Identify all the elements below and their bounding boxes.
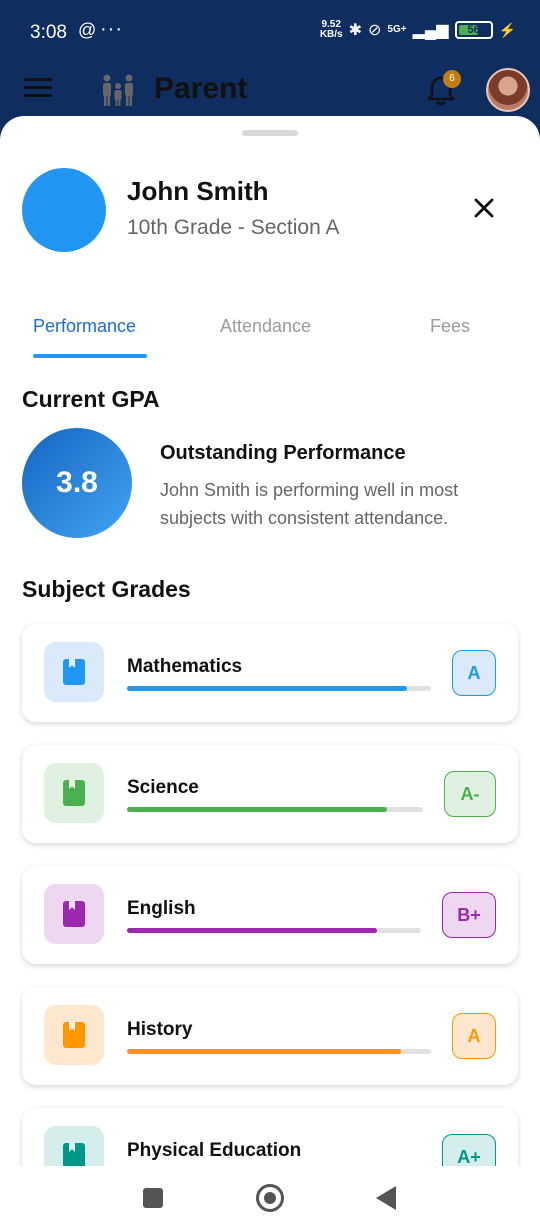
app-bar: Parent 6 [0,64,540,116]
subject-progress-fill [127,686,407,691]
status-bar: 3:08 @ ··· 9.52 KB/s ✱ ⊘ 5G+ ▂▄▆ 56 ⚡ [0,18,540,46]
student-name: John Smith [127,176,269,206]
close-icon[interactable] [468,192,500,224]
student-class: 10th Grade - Section A [127,216,340,239]
more-dots-icon: ··· [100,18,123,40]
grade-badge: B+ [442,892,496,938]
grade-value: A [467,1025,481,1046]
subject-card[interactable]: English B+ [22,866,518,964]
grade-badge: A [452,650,496,696]
home-button[interactable] [256,1184,284,1212]
gpa-section-title: Current GPA [22,386,160,412]
book-icon [63,1022,85,1048]
subject-name: Mathematics [127,656,243,677]
at-icon: @ [78,20,97,40]
grade-value: A [467,662,481,683]
subject-card[interactable]: History A [22,987,518,1085]
subject-icon-box [44,763,104,823]
subject-progress-fill [127,807,388,812]
subject-name: English [127,898,196,919]
gpa-heading: Outstanding Performance [160,442,406,464]
gpa-circle: 3.8 [22,428,132,538]
book-icon [63,780,85,806]
network-speed-unit: KB/s [319,29,343,40]
bluetooth-icon: ✱ [348,22,363,39]
active-tab-indicator [33,354,147,358]
battery-icon: 56 [454,21,493,39]
subject-name: Physical Education [127,1140,302,1161]
subject-card[interactable]: Science A- [22,745,518,843]
subject-progress-track [127,1049,431,1054]
drag-handle[interactable] [242,130,298,136]
signal-icon: ▂▄▆ [412,22,449,39]
subject-name: Science [127,777,199,798]
subject-icon-box [44,642,104,702]
profile-avatar[interactable] [486,68,530,112]
back-button[interactable] [376,1186,396,1210]
network-speed: 9.52 KB/s [320,20,343,40]
gpa-value: 3.8 [56,466,98,499]
gpa-description: John Smith is performing well in most su… [160,480,459,528]
book-icon [63,659,85,685]
subject-progress-fill [127,1049,401,1054]
subject-grades-title: Subject Grades [22,576,191,602]
grade-value: A+ [457,1146,481,1167]
subject-progress-track [127,807,423,812]
tab-fees[interactable]: Fees [430,316,470,337]
subject-card[interactable]: Mathematics A [22,624,518,722]
system-nav-bar [0,1166,540,1230]
family-icon [103,74,133,106]
notification-badge: 6 [443,70,461,88]
recents-button[interactable] [143,1188,163,1208]
grade-badge: A [452,1013,496,1059]
grade-value: B+ [457,904,481,925]
subject-progress-fill [127,928,377,933]
student-avatar [22,168,106,252]
battery-level: 56 [467,24,480,36]
menu-icon[interactable] [24,78,52,100]
grade-value: A- [460,783,480,804]
book-icon [63,901,85,927]
tab-attendance[interactable]: Attendance [220,316,311,337]
charging-icon: ⚡ [498,21,516,38]
network-type: 5G+ [387,24,407,35]
status-icons: 9.52 KB/s ✱ ⊘ 5G+ ▂▄▆ 56 ⚡ [320,20,516,40]
student-detail-sheet: John Smith 10th Grade - Section A Perfor… [0,116,540,1206]
subject-progress-track [127,928,421,933]
subject-progress-track [127,686,431,691]
tab-bar: Performance Attendance Fees [0,302,540,362]
tab-performance[interactable]: Performance [33,316,136,337]
link-icon: ⊘ [368,22,382,39]
grade-badge: A- [444,771,496,817]
subject-name: History [127,1019,193,1040]
app-title: Parent [154,72,248,105]
subject-icon-box [44,1005,104,1065]
status-time: 3:08 [30,22,67,43]
subject-icon-box [44,884,104,944]
